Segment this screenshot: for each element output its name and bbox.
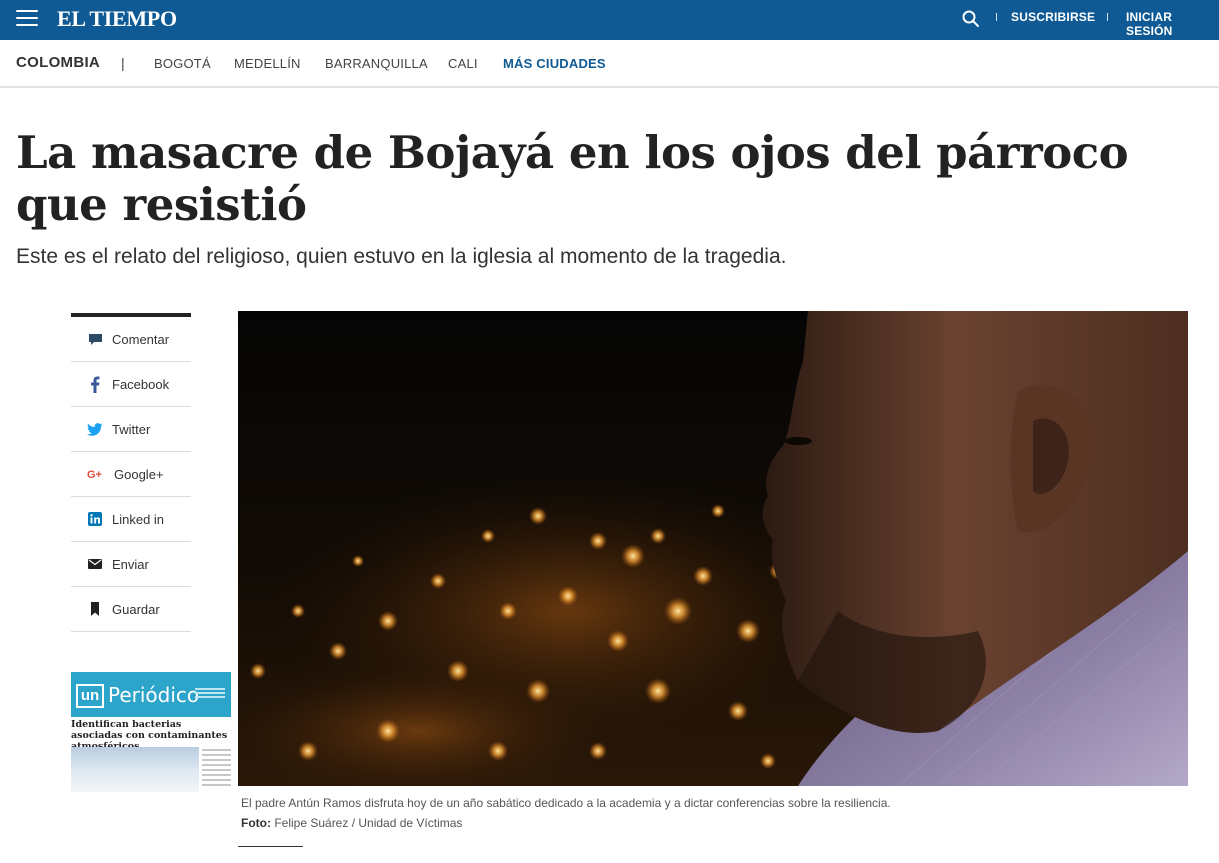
ad-text-block — [202, 749, 231, 789]
mail-icon — [87, 556, 103, 572]
ad-banner[interactable]: un Periódico Identifican bacterias asoci… — [71, 672, 231, 792]
share-panel: Comentar Facebook Twitter G+ Google+ Lin… — [71, 313, 191, 632]
share-twitter-button[interactable]: Twitter — [71, 407, 191, 452]
bookmark-icon — [87, 601, 103, 617]
twitter-icon — [87, 421, 103, 437]
share-comment-button[interactable]: Comentar — [71, 317, 191, 362]
article-headline: La masacre de Bojayá en los ojos del pár… — [16, 126, 1129, 231]
share-label: Linked in — [112, 511, 165, 527]
google-plus-icon: G+ — [87, 466, 105, 482]
linkedin-icon — [87, 511, 103, 527]
photo-credit: Foto: Felipe Suárez / Unidad de Víctimas — [241, 816, 462, 830]
share-linkedin-button[interactable]: Linked in — [71, 497, 191, 542]
section-nav: COLOMBIA | BOGOTÁ MEDELLÍN BARRANQUILLA … — [0, 40, 1219, 88]
photo-caption: El padre Antún Ramos disfruta hoy de un … — [241, 796, 891, 810]
ad-logo-mark: un — [76, 684, 104, 708]
share-label: Facebook — [112, 376, 170, 392]
share-label: Comentar — [112, 331, 170, 347]
nav-item-barranquilla[interactable]: BARRANQUILLA — [325, 56, 428, 71]
share-facebook-button[interactable]: Facebook — [71, 362, 191, 407]
facebook-icon — [87, 376, 103, 393]
ad-header: un Periódico — [71, 672, 231, 717]
photo-credit-label: Foto: — [241, 816, 271, 830]
share-label: Guardar — [112, 601, 160, 617]
divider — [996, 13, 997, 21]
subscribe-button[interactable]: SUSCRIBIRSE — [1011, 10, 1095, 24]
section-title[interactable]: COLOMBIA — [16, 54, 100, 71]
divider — [1107, 13, 1108, 21]
photo-credit-value: Felipe Suárez / Unidad de Víctimas — [270, 816, 463, 830]
login-button[interactable]: INICIAR SESIÓN — [1126, 10, 1219, 38]
nav-separator: | — [121, 55, 125, 71]
share-google-plus-button[interactable]: G+ Google+ — [71, 452, 191, 497]
article-subheadline: Este es el relato del religioso, quien e… — [16, 245, 787, 268]
svg-text:G+: G+ — [87, 469, 102, 480]
ad-logo-text: Periódico — [108, 683, 200, 707]
top-bar: EL TIEMPO SUSCRIBIRSE INICIAR SESIÓN — [0, 0, 1219, 40]
nav-item-more-cities[interactable]: MÁS CIUDADES — [503, 56, 606, 71]
ad-decoration — [195, 688, 225, 700]
menu-icon[interactable] — [16, 10, 38, 28]
nav-item-cali[interactable]: CALI — [448, 56, 478, 71]
site-logo[interactable]: EL TIEMPO — [57, 6, 177, 32]
share-email-button[interactable]: Enviar — [71, 542, 191, 587]
save-button[interactable]: Guardar — [71, 587, 191, 632]
share-label: Enviar — [112, 556, 149, 572]
comment-icon — [87, 331, 103, 347]
ad-image — [71, 747, 199, 792]
nav-item-medellin[interactable]: MEDELLÍN — [234, 56, 301, 71]
search-icon[interactable] — [961, 9, 981, 29]
divider — [238, 846, 303, 847]
nav-item-bogota[interactable]: BOGOTÁ — [154, 56, 211, 71]
share-label: Twitter — [112, 421, 151, 437]
ad-bottom — [71, 747, 231, 792]
article-photo[interactable] — [238, 311, 1188, 786]
share-label: Google+ — [114, 466, 164, 482]
article-photo-art — [238, 311, 1188, 786]
